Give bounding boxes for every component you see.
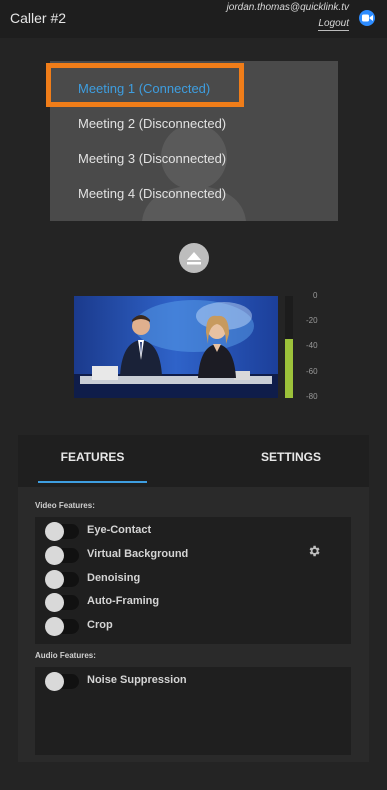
- eject-icon: [187, 252, 201, 265]
- noise-suppression-toggle[interactable]: [45, 672, 79, 691]
- audio-features-card: Noise Suppression: [35, 667, 351, 755]
- feature-row-crop: Crop: [45, 617, 305, 636]
- audio-features-label: Audio Features:: [35, 651, 96, 660]
- gear-icon[interactable]: [307, 544, 321, 558]
- eject-button[interactable]: [179, 243, 209, 273]
- feature-label: Denoising: [87, 572, 141, 584]
- feature-row-eye-contact: Eye-Contact: [45, 522, 305, 541]
- video-preview: [74, 296, 278, 398]
- audio-level-meter: [285, 296, 293, 398]
- zoom-camera-icon[interactable]: [359, 10, 375, 26]
- feature-row-denoising: Denoising: [45, 570, 305, 589]
- meeting-item-2[interactable]: Meeting 2 (Disconnected): [78, 116, 226, 131]
- tab-features[interactable]: FEATURES: [38, 450, 147, 464]
- features-panel: FEATURES SETTINGS Video Features: Eye-Co…: [18, 435, 369, 762]
- feature-row-virtual-background: Virtual Background: [45, 546, 305, 565]
- meeting-item-4[interactable]: Meeting 4 (Disconnected): [78, 186, 226, 201]
- feature-row-noise-suppression: Noise Suppression: [45, 672, 305, 691]
- audio-level-fill: [285, 338, 293, 398]
- selected-meeting-highlight: [46, 63, 244, 107]
- eye-contact-toggle[interactable]: [45, 522, 79, 541]
- tab-settings[interactable]: SETTINGS: [251, 450, 331, 464]
- user-email: jordan.thomas@quicklink.tv: [226, 2, 349, 13]
- feature-row-auto-framing: Auto-Framing: [45, 593, 305, 612]
- meter-label-80: -80: [306, 392, 318, 401]
- meter-label-60: -60: [306, 367, 318, 376]
- feature-label: Auto-Framing: [87, 595, 160, 607]
- feature-label: Noise Suppression: [87, 674, 187, 686]
- video-features-card: Eye-Contact Virtual Background Denoising…: [35, 517, 351, 644]
- virtual-background-toggle[interactable]: [45, 546, 79, 565]
- meeting-item-3[interactable]: Meeting 3 (Disconnected): [78, 151, 226, 166]
- top-bar: Caller #2 jordan.thomas@quicklink.tv Log…: [0, 0, 387, 38]
- feature-label: Virtual Background: [87, 548, 189, 560]
- logout-link[interactable]: Logout: [318, 18, 349, 31]
- video-features-label: Video Features:: [35, 501, 95, 510]
- meter-label-20: -20: [306, 316, 318, 325]
- feature-label: Eye-Contact: [87, 524, 152, 536]
- denoising-toggle[interactable]: [45, 570, 79, 589]
- active-tab-indicator: [38, 481, 147, 483]
- crop-toggle[interactable]: [45, 617, 79, 636]
- meter-label-40: -40: [306, 341, 318, 350]
- feature-label: Crop: [87, 619, 113, 631]
- meter-label-0: 0: [313, 291, 318, 300]
- page-title: Caller #2: [10, 10, 67, 26]
- auto-framing-toggle[interactable]: [45, 593, 79, 612]
- features-content: Video Features: Eye-Contact Virtual Back…: [18, 487, 369, 762]
